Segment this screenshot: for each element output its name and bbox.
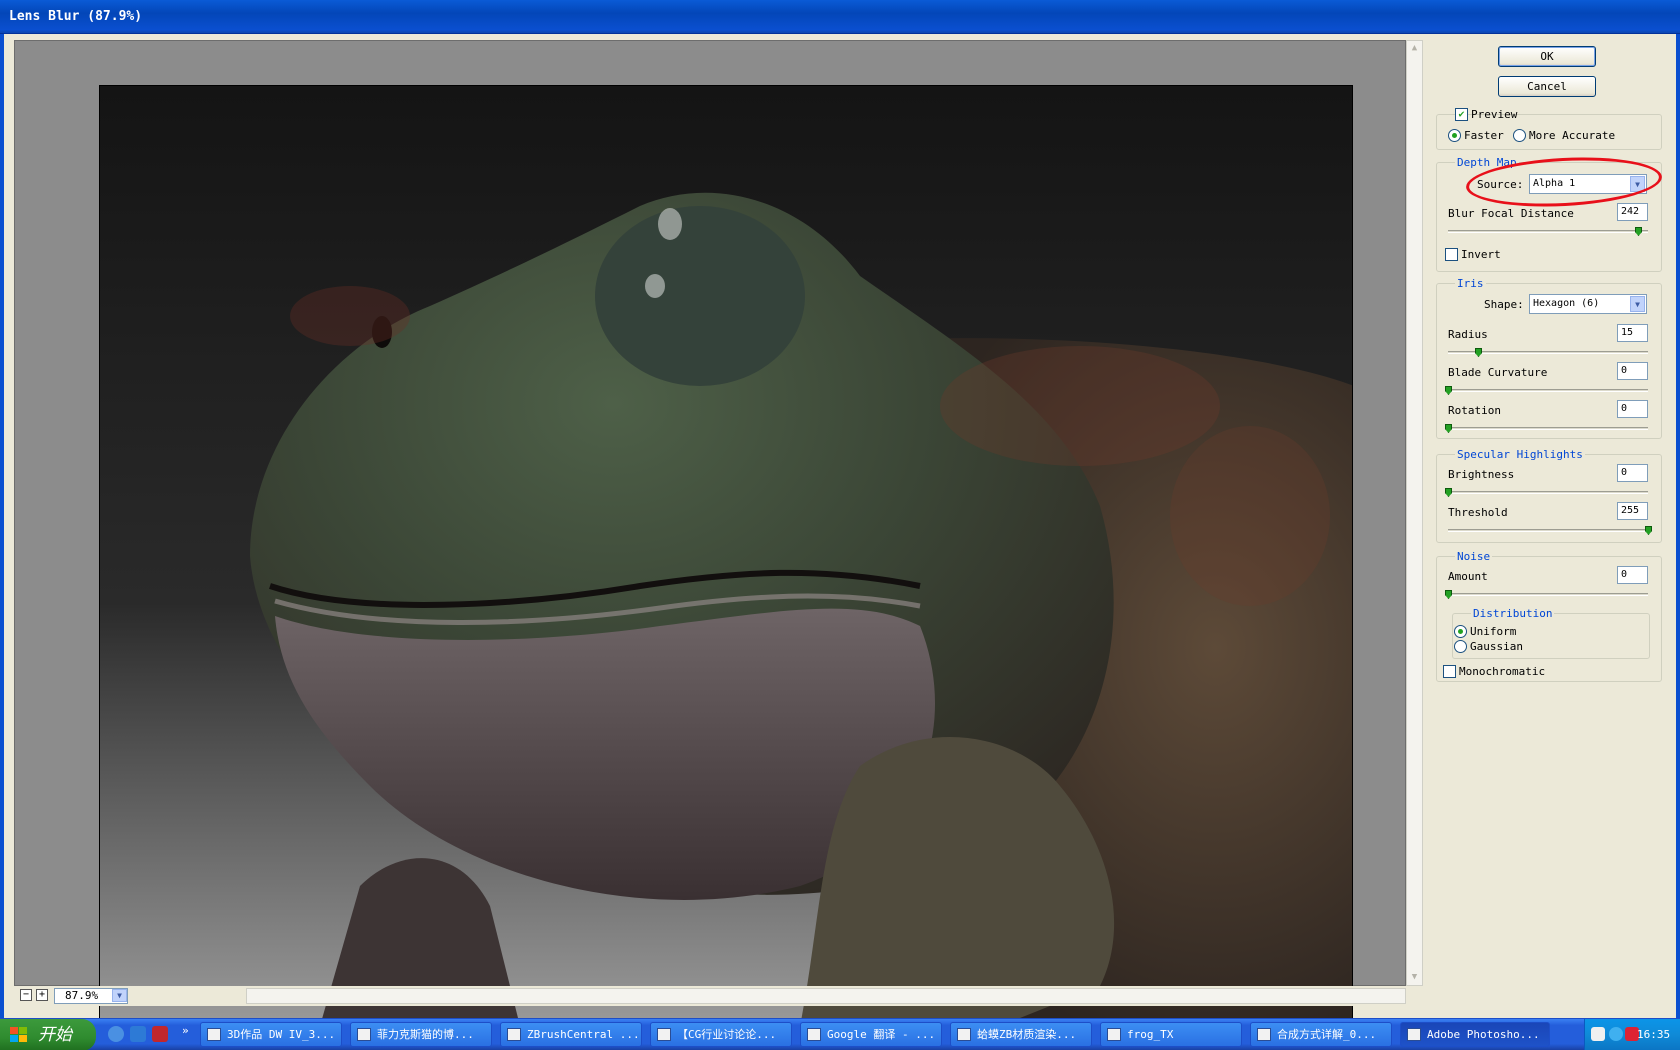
keyboard-icon[interactable] <box>1591 1027 1605 1041</box>
taskbar-item[interactable]: ZBrushCentral ... <box>500 1022 642 1047</box>
shape-select[interactable]: Hexagon (6) ▼ <box>1529 294 1647 314</box>
preview-horizontal-scrollbar[interactable] <box>246 988 1406 1004</box>
radius-field[interactable]: 15 <box>1617 324 1648 342</box>
start-button[interactable]: 开始 <box>0 1019 96 1050</box>
document-icon <box>657 1028 671 1041</box>
title-bar[interactable]: Lens Blur (87.9%) <box>0 0 1680 34</box>
blade-curvature-slider[interactable] <box>1448 389 1648 392</box>
taskbar-item-active[interactable]: Adobe Photosho... <box>1400 1022 1550 1047</box>
windows-logo-icon <box>10 1027 27 1042</box>
network-icon[interactable] <box>1609 1027 1623 1041</box>
image-icon <box>1257 1028 1271 1041</box>
taskbar-item[interactable]: 菲力克斯猫的博... <box>350 1022 492 1047</box>
monochromatic-label: Monochromatic <box>1459 665 1546 678</box>
threshold-slider[interactable] <box>1448 529 1648 532</box>
brightness-slider[interactable] <box>1448 491 1648 494</box>
scroll-down-icon[interactable]: ▼ <box>1407 970 1422 985</box>
threshold-field[interactable]: 255 <box>1617 502 1648 520</box>
preview-status-bar: − + 87.9% ▼ <box>14 986 1406 1006</box>
blur-focal-distance-slider[interactable] <box>1448 230 1648 233</box>
frog-render <box>100 86 1352 1024</box>
invert-checkbox[interactable] <box>1445 248 1458 261</box>
blur-focal-distance-label: Blur Focal Distance <box>1448 207 1574 220</box>
faster-radio[interactable] <box>1448 129 1461 142</box>
task-label: Adobe Photosho... <box>1427 1028 1540 1041</box>
taskbar-item[interactable]: 合成方式详解_0... <box>1250 1022 1392 1047</box>
photoshop-icon <box>1407 1028 1421 1041</box>
task-label: Google 翻译 - ... <box>827 1028 936 1041</box>
explorer-icon[interactable] <box>130 1026 146 1042</box>
taskbar-item[interactable]: 3D作品 DW IV_3... <box>200 1022 342 1047</box>
ok-button[interactable]: OK <box>1498 46 1596 67</box>
taskbar-item[interactable]: frog_TX <box>1100 1022 1242 1047</box>
task-label: frog_TX <box>1127 1028 1174 1041</box>
chevron-down-icon[interactable]: ▼ <box>1630 296 1645 312</box>
document-icon <box>357 1028 371 1041</box>
preview-image[interactable] <box>99 85 1353 1025</box>
gaussian-radio[interactable] <box>1454 640 1467 653</box>
amount-slider[interactable] <box>1448 593 1648 596</box>
zoom-out-button[interactable]: − <box>20 989 32 1001</box>
task-label: 合成方式详解_0... <box>1277 1028 1377 1041</box>
rotation-field[interactable]: 0 <box>1617 400 1648 418</box>
uniform-label: Uniform <box>1470 625 1517 638</box>
monochromatic-checkbox[interactable] <box>1443 665 1456 678</box>
preview-label: Preview <box>1471 108 1518 121</box>
taskbar-item[interactable]: 【CG行业讨论论... <box>650 1022 792 1047</box>
clock: 16:35 <box>1637 1028 1671 1041</box>
blade-curvature-field[interactable]: 0 <box>1617 362 1648 380</box>
start-label: 开始 <box>38 1025 72 1045</box>
noise-title: Noise <box>1455 550 1493 563</box>
preview-area[interactable] <box>14 40 1406 1025</box>
distribution-title: Distribution <box>1471 607 1555 620</box>
preview-vertical-scrollbar[interactable]: ▲ ▼ <box>1406 40 1423 986</box>
amount-field[interactable]: 0 <box>1617 566 1648 584</box>
brightness-field[interactable]: 0 <box>1617 464 1648 482</box>
gaussian-label: Gaussian <box>1470 640 1523 653</box>
blur-focal-distance-field[interactable]: 242 <box>1617 203 1648 221</box>
specular-highlights-title: Specular Highlights <box>1455 448 1585 461</box>
shape-label: Shape: <box>1484 298 1524 311</box>
document-icon <box>207 1028 221 1041</box>
task-label: 【CG行业讨论论... <box>677 1028 777 1041</box>
task-label: 蛤蟆ZB材质渲染... <box>977 1028 1077 1041</box>
brightness-label: Brightness <box>1448 468 1515 481</box>
rotation-slider[interactable] <box>1448 427 1648 430</box>
zoom-dropdown-icon[interactable]: ▼ <box>112 989 127 1002</box>
taskbar-item[interactable]: 蛤蟆ZB材质渲染... <box>950 1022 1092 1047</box>
taskbar: 开始 » 3D作品 DW IV_3... 菲力克斯猫的博... ZBrushCe… <box>0 1018 1680 1050</box>
faster-label: Faster <box>1464 129 1504 142</box>
rotation-label: Rotation <box>1448 404 1501 417</box>
blade-curvature-label: Blade Curvature <box>1448 366 1548 379</box>
document-icon <box>807 1028 821 1041</box>
task-label: ZBrushCentral ... <box>527 1028 640 1041</box>
taskbar-item[interactable]: Google 翻译 - ... <box>800 1022 942 1047</box>
zoom-in-button[interactable]: + <box>36 989 48 1001</box>
threshold-label: Threshold <box>1448 506 1508 519</box>
cancel-button[interactable]: Cancel <box>1498 76 1596 97</box>
more-accurate-radio[interactable] <box>1513 129 1526 142</box>
task-label: 3D作品 DW IV_3... <box>227 1028 336 1041</box>
invert-label: Invert <box>1461 248 1501 261</box>
uniform-radio[interactable] <box>1454 625 1467 638</box>
folder-icon <box>1107 1028 1121 1041</box>
amount-label: Amount <box>1448 570 1488 583</box>
document-icon <box>507 1028 521 1041</box>
zoom-level-value: 87.9% <box>65 989 99 1002</box>
radius-label: Radius <box>1448 328 1488 341</box>
iris-title: Iris <box>1455 277 1486 290</box>
preview-checkbox[interactable]: ✔ <box>1455 108 1468 121</box>
folder-icon <box>957 1028 971 1041</box>
shape-value: Hexagon (6) <box>1533 298 1600 309</box>
more-accurate-label: More Accurate <box>1529 129 1616 142</box>
scroll-up-icon[interactable]: ▲ <box>1407 41 1422 56</box>
quicklaunch-more-icon[interactable]: » <box>182 1024 189 1037</box>
acrobat-icon[interactable] <box>152 1026 168 1042</box>
internet-explorer-icon[interactable] <box>108 1026 124 1042</box>
window-title: Lens Blur (87.9%) <box>9 9 143 24</box>
task-label: 菲力克斯猫的博... <box>377 1028 474 1041</box>
